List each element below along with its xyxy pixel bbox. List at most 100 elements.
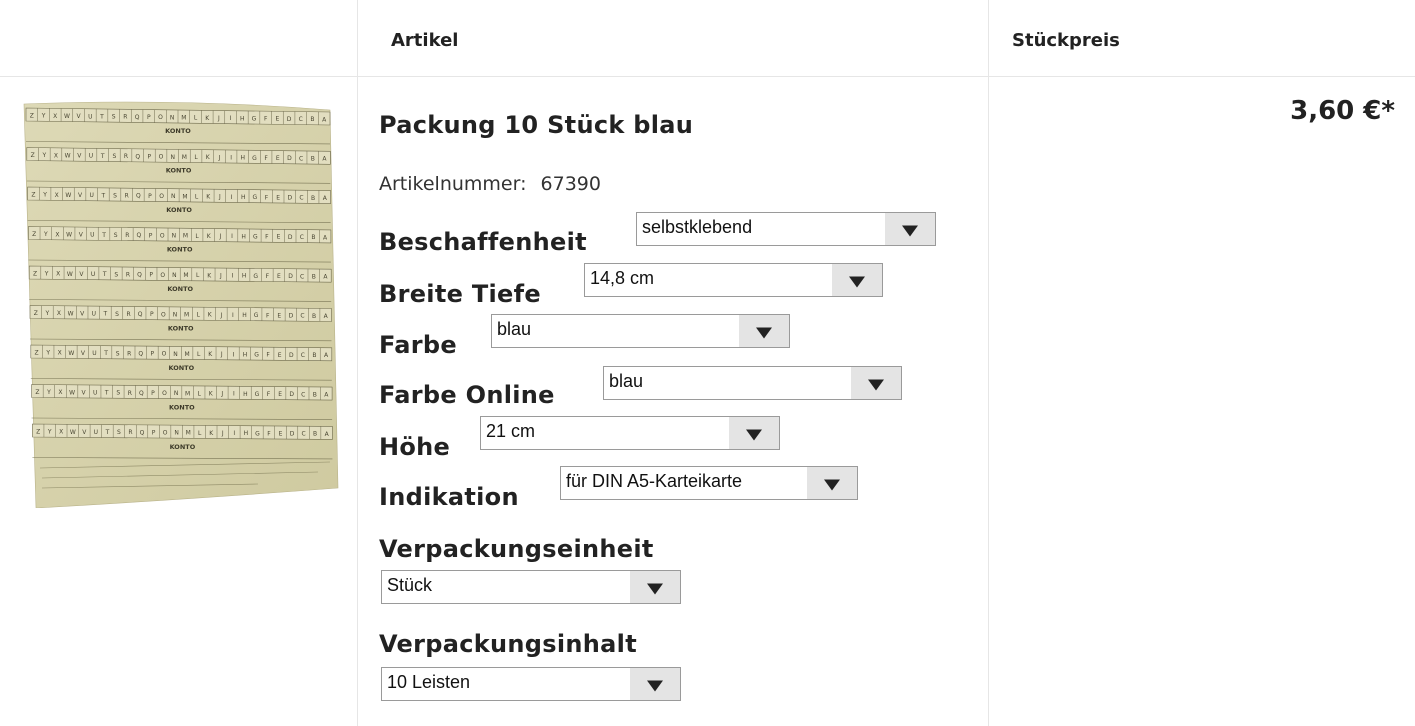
svg-text:E: E xyxy=(277,273,281,280)
svg-text:Q: Q xyxy=(135,153,140,160)
select-verpackungseinheit[interactable]: Stück xyxy=(381,570,681,604)
strip-label: KONTO xyxy=(168,364,194,372)
strip-label: KONTO xyxy=(165,127,191,135)
svg-text:B: B xyxy=(312,352,316,359)
svg-text:C: C xyxy=(300,273,304,280)
svg-text:R: R xyxy=(127,350,131,357)
header-divider xyxy=(0,76,1415,77)
article-number-row: Artikelnummer: 67390 xyxy=(379,173,601,195)
svg-text:H: H xyxy=(244,430,249,437)
svg-text:P: P xyxy=(147,114,151,121)
svg-text:T: T xyxy=(104,390,109,397)
select-hoehe[interactable]: 21 cm xyxy=(480,416,780,450)
select-value: für DIN A5-Karteikarte xyxy=(566,471,743,491)
svg-text:P: P xyxy=(152,429,156,436)
svg-text:B: B xyxy=(311,156,315,163)
dropdown-button[interactable] xyxy=(807,467,857,499)
column-divider xyxy=(988,0,989,726)
select-farbe[interactable]: blau xyxy=(491,314,790,348)
svg-text:N: N xyxy=(172,272,177,279)
svg-text:R: R xyxy=(124,153,128,160)
select-value: Stück xyxy=(387,575,433,595)
svg-text:R: R xyxy=(125,193,129,200)
svg-text:S: S xyxy=(115,311,119,318)
svg-text:B: B xyxy=(312,313,316,320)
dropdown-button[interactable] xyxy=(630,668,680,700)
svg-text:Y: Y xyxy=(42,192,47,199)
dropdown-button[interactable] xyxy=(832,264,882,296)
svg-text:G: G xyxy=(253,233,258,240)
svg-text:I: I xyxy=(233,391,235,398)
svg-text:N: N xyxy=(171,193,176,200)
svg-text:X: X xyxy=(53,113,57,120)
svg-text:G: G xyxy=(252,155,257,162)
strip-label: KONTO xyxy=(166,167,192,175)
svg-text:G: G xyxy=(253,273,258,280)
chevron-down-icon xyxy=(746,429,762,441)
select-breite-tiefe[interactable]: 14,8 cm xyxy=(584,263,883,297)
svg-text:Q: Q xyxy=(140,429,145,436)
svg-text:S: S xyxy=(114,232,118,239)
select-indikation[interactable]: für DIN A5-Karteikarte xyxy=(560,466,858,500)
svg-text:I: I xyxy=(230,115,232,122)
svg-text:R: R xyxy=(128,429,132,436)
svg-text:Y: Y xyxy=(45,310,50,317)
select-value: 21 cm xyxy=(486,421,536,441)
svg-text:X: X xyxy=(59,429,63,436)
svg-text:T: T xyxy=(99,113,104,120)
svg-text:P: P xyxy=(151,351,155,358)
dropdown-button[interactable] xyxy=(630,571,680,603)
svg-text:N: N xyxy=(174,390,179,397)
svg-text:N: N xyxy=(174,430,179,437)
strip-label: KONTO xyxy=(170,443,196,451)
svg-text:J: J xyxy=(217,115,220,122)
svg-text:P: P xyxy=(151,390,155,397)
svg-text:N: N xyxy=(173,311,178,318)
strip-label: KONTO xyxy=(167,285,193,293)
svg-text:D: D xyxy=(289,352,294,359)
svg-text:C: C xyxy=(301,431,305,438)
svg-text:H: H xyxy=(241,233,246,240)
svg-text:Q: Q xyxy=(136,193,141,200)
svg-text:O: O xyxy=(163,430,168,437)
svg-text:M: M xyxy=(181,115,186,122)
svg-text:O: O xyxy=(162,390,167,397)
svg-text:Q: Q xyxy=(137,232,142,239)
dropdown-button[interactable] xyxy=(739,315,789,347)
svg-text:E: E xyxy=(277,312,281,319)
svg-text:O: O xyxy=(160,272,165,279)
svg-text:P: P xyxy=(148,193,152,200)
svg-text:R: R xyxy=(125,232,129,239)
strip-label: KONTO xyxy=(169,404,195,412)
svg-text:G: G xyxy=(255,391,260,398)
svg-text:N: N xyxy=(170,114,175,121)
select-verpackungsinhalt[interactable]: 10 Leisten xyxy=(381,667,681,701)
dropdown-button[interactable] xyxy=(851,367,901,399)
svg-text:B: B xyxy=(313,391,317,398)
option-label-farbe-online: Farbe Online xyxy=(379,381,555,409)
dropdown-button[interactable] xyxy=(885,213,935,245)
svg-text:E: E xyxy=(275,116,279,123)
dropdown-button[interactable] xyxy=(729,417,779,449)
strip-label: KONTO xyxy=(166,206,192,214)
svg-text:H: H xyxy=(241,194,246,201)
svg-text:M: M xyxy=(186,430,191,437)
svg-text:G: G xyxy=(254,312,259,319)
svg-text:D: D xyxy=(289,391,294,398)
svg-text:Z: Z xyxy=(30,113,34,120)
svg-text:M: M xyxy=(182,154,187,161)
svg-text:R: R xyxy=(126,311,130,318)
svg-text:U: U xyxy=(91,271,95,278)
svg-text:G: G xyxy=(254,352,259,359)
svg-text:S: S xyxy=(116,350,120,357)
select-beschaffenheit[interactable]: selbstklebend xyxy=(636,212,936,246)
svg-text:D: D xyxy=(287,116,292,123)
svg-text:C: C xyxy=(300,313,304,320)
svg-text:M: M xyxy=(183,272,188,279)
svg-text:I: I xyxy=(231,233,233,240)
article-number-label: Artikelnummer: xyxy=(379,173,527,195)
product-image[interactable]: Z Y X W V U T S R Q P O N M L K J I H G F E D C B AKONTOZ Y X W V U T S R… xyxy=(18,96,340,508)
svg-text:Z: Z xyxy=(34,310,38,317)
svg-text:T: T xyxy=(100,153,105,160)
select-farbe-online[interactable]: blau xyxy=(603,366,902,400)
